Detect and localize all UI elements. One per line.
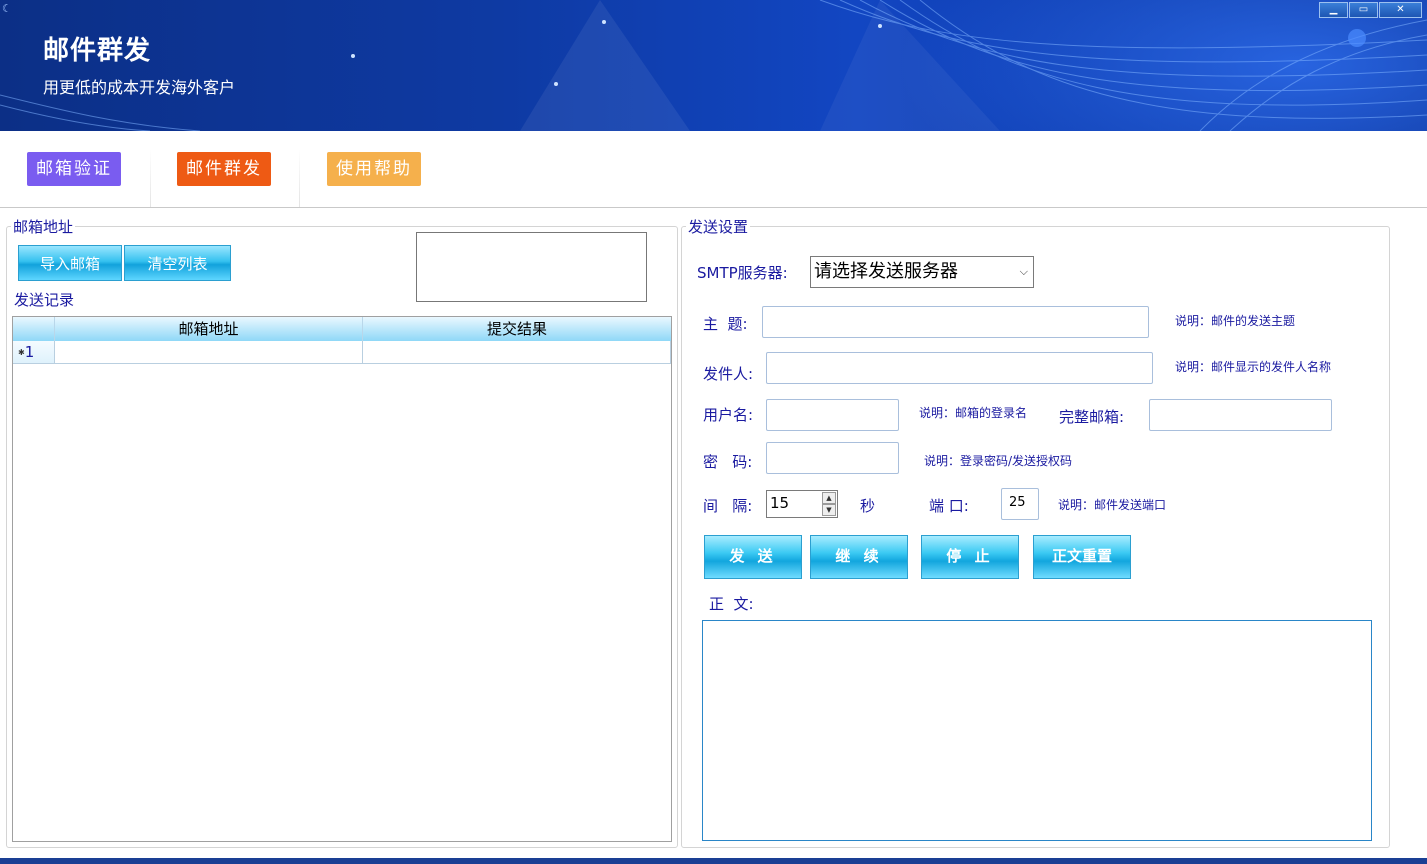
port-label: 端 口:: [929, 497, 969, 515]
nav-button-help[interactable]: 使用帮助: [327, 152, 421, 186]
stepper-up-icon[interactable]: ▲: [822, 492, 836, 504]
port-input[interactable]: 25: [1001, 488, 1039, 520]
sender-hint: 说明：邮件显示的发件人名称: [1175, 360, 1332, 374]
clear-list-button[interactable]: 清空列表: [124, 245, 231, 281]
sender-input[interactable]: [766, 352, 1153, 384]
subject-input[interactable]: [762, 306, 1149, 338]
status-box: [416, 232, 647, 302]
table-cell-email[interactable]: [55, 341, 363, 364]
close-icon[interactable]: ✕: [1379, 2, 1422, 18]
nav-divider: [150, 149, 151, 207]
send-record-label: 发送记录: [14, 291, 75, 309]
row-number: 1: [24, 343, 35, 361]
nav-button-mass-mail[interactable]: 邮件群发: [177, 152, 271, 186]
full-email-label: 完整邮箱:: [1059, 408, 1125, 426]
password-input[interactable]: [766, 442, 899, 474]
minimize-icon[interactable]: ▁: [1319, 2, 1348, 18]
smtp-server-select[interactable]: 请选择发送服务器 ⌵: [810, 256, 1034, 288]
maximize-icon[interactable]: ▭: [1349, 2, 1378, 18]
body-label: 正 文:: [709, 595, 754, 613]
smtp-server-selected: 请选择发送服务器: [814, 261, 958, 282]
reset-body-button[interactable]: 正文重置: [1033, 535, 1131, 579]
body-textarea[interactable]: [702, 620, 1372, 841]
window-bottom-border: [0, 858, 1427, 864]
full-email-input[interactable]: [1149, 399, 1332, 431]
row-header[interactable]: ✱1: [13, 341, 55, 364]
subject-label: 主 题:: [703, 315, 748, 333]
sender-label: 发件人:: [703, 365, 754, 383]
app-logo-icon: ☾: [2, 2, 12, 15]
nav-bar: 邮箱验证 邮件群发 使用帮助: [0, 131, 1427, 208]
app-title: 邮件群发: [43, 36, 152, 66]
column-header-result[interactable]: 提交结果: [363, 317, 671, 341]
table-cell-result[interactable]: [363, 341, 671, 364]
username-label: 用户名:: [703, 406, 754, 424]
column-header-email[interactable]: 邮箱地址: [55, 317, 363, 341]
new-row-icon: ✱: [18, 347, 25, 357]
subject-hint: 说明：邮件的发送主题: [1175, 314, 1296, 328]
send-settings-group-title: 发送设置: [688, 218, 749, 236]
nav-divider: [299, 149, 300, 207]
chevron-down-icon: ⌵: [1019, 265, 1028, 278]
continue-button[interactable]: 继 续: [810, 535, 908, 579]
password-label: 密 码:: [703, 453, 753, 471]
nav-button-email-verify[interactable]: 邮箱验证: [27, 152, 121, 186]
username-input[interactable]: [766, 399, 899, 431]
interval-label: 间 隔:: [703, 497, 753, 515]
import-emails-button[interactable]: 导入邮箱: [18, 245, 122, 281]
header-background: [0, 0, 1427, 131]
seconds-label: 秒: [860, 497, 876, 515]
email-address-group-title: 邮箱地址: [13, 218, 74, 236]
app-subtitle: 用更低的成本开发海外客户: [43, 78, 236, 97]
password-hint: 说明：登录密码/发送授权码: [924, 454, 1073, 468]
interval-stepper[interactable]: 15 ▲ ▼: [766, 490, 838, 518]
email-table[interactable]: 邮箱地址 提交结果 ✱1: [12, 316, 672, 842]
table-corner-header: [13, 317, 55, 341]
app-header: ☾ 邮件群发 用更低的成本开发海外客户 ▁ ▭ ✕: [0, 0, 1427, 131]
window-controls: ▁ ▭ ✕: [1319, 2, 1422, 18]
username-hint: 说明：邮箱的登录名: [919, 406, 1028, 420]
stop-button[interactable]: 停 止: [921, 535, 1019, 579]
port-hint: 说明：邮件发送端口: [1058, 498, 1167, 512]
interval-value: 15: [770, 494, 790, 512]
send-button[interactable]: 发 送: [704, 535, 802, 579]
stepper-down-icon[interactable]: ▼: [822, 504, 836, 516]
smtp-server-label: SMTP服务器:: [697, 264, 788, 282]
